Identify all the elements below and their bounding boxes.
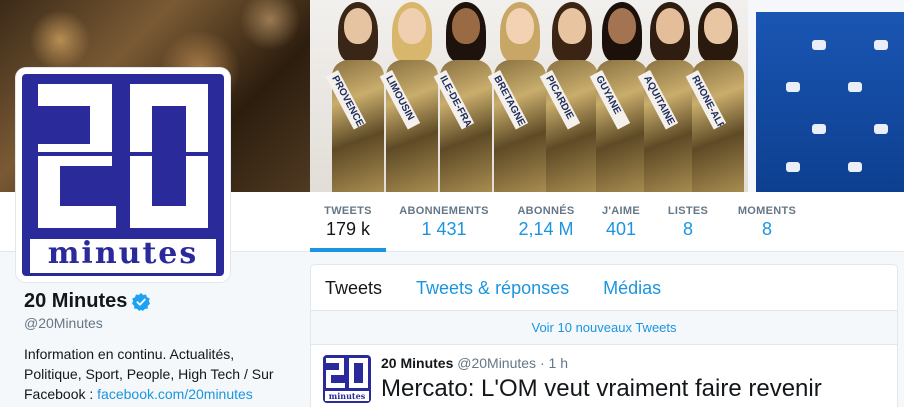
stat-label: LISTES [667, 205, 709, 217]
stat-value: 401 [605, 219, 637, 239]
logo-20-icon [326, 358, 368, 388]
tweet-text: Mercato: L'OM veut vraiment faire reveni… [381, 375, 822, 402]
tab-tweets-replies[interactable]: Tweets & réponses [396, 265, 583, 310]
timeline-tabs: Tweets Tweets & réponses Médias [311, 265, 897, 311]
stat-label: ABONNEMENTS [399, 205, 489, 217]
stat-value: 2,14 M [518, 219, 574, 239]
stat-followers[interactable]: ABONNÉS 2,14 M [510, 192, 582, 252]
stat-value: 1 431 [421, 219, 467, 239]
stat-following[interactable]: ABONNEMENTS 1 431 [396, 192, 492, 252]
stat-likes[interactable]: J'AIME 401 [596, 192, 646, 252]
tab-media[interactable]: Médias [583, 265, 675, 310]
avatar-logo: minutes [22, 74, 224, 276]
tweet-author-handle[interactable]: @20Minutes [457, 355, 536, 371]
tweet[interactable]: minutes 20 Minutes @20Minutes · 1 h Merc… [311, 345, 897, 407]
stat-value: 8 [761, 219, 772, 239]
tweet-separator: · [539, 355, 545, 371]
profile-card: 20 Minutes @20Minutes Information en con… [24, 290, 294, 404]
new-tweets-banner[interactable]: Voir 10 nouveaux Tweets [311, 311, 897, 345]
stat-lists[interactable]: LISTES 8 [662, 192, 714, 252]
tab-tweets[interactable]: Tweets [311, 265, 396, 310]
profile-name[interactable]: 20 Minutes [24, 290, 127, 313]
logo-20-icon [34, 84, 212, 228]
stat-label: TWEETS [324, 205, 372, 217]
profile-avatar[interactable]: minutes [16, 68, 230, 282]
stat-moments[interactable]: MOMENTS 8 [734, 192, 800, 252]
profile-name-row: 20 Minutes [24, 290, 294, 313]
pageant-figure: PROVENCE [325, 0, 386, 192]
pageant-figure: ILE-DE-FRANCE [433, 0, 494, 192]
profile-bio: Information en continu. Actualités, Poli… [24, 344, 294, 404]
stat-label: J'AIME [601, 205, 641, 217]
verified-badge-icon [132, 292, 151, 311]
stat-value: 8 [682, 219, 693, 239]
bio-link[interactable]: facebook.com/20minutes [97, 386, 253, 402]
banner-photo-pageant: PROVENCE LIMOUSIN ILE-DE-FRANCE BRETAGNE… [310, 0, 748, 192]
stat-label: MOMENTS [737, 205, 797, 217]
stat-label: ABONNÉS [517, 205, 575, 217]
stat-value: 179 k [325, 219, 371, 239]
tweet-author-name[interactable]: 20 Minutes [381, 355, 453, 371]
pageant-figure: BRETAGNE [487, 0, 548, 192]
tweet-header: 20 Minutes @20Minutes · 1 h [381, 355, 885, 371]
tweet-avatar[interactable]: minutes [323, 355, 371, 403]
timeline: Tweets Tweets & réponses Médias Voir 10 … [310, 264, 898, 407]
pageant-figure: LIMOUSIN [379, 0, 440, 192]
stat-tweets[interactable]: TWEETS 179 k [310, 192, 386, 252]
profile-handle[interactable]: @20Minutes [24, 315, 294, 331]
tweet-timestamp[interactable]: 1 h [549, 355, 568, 371]
pageant-figure: RHONE-ALPES [685, 0, 746, 192]
banner-photo-press [748, 0, 904, 192]
tweet-avatar-wordmark: minutes [325, 391, 369, 401]
avatar-wordmark: minutes [30, 239, 216, 273]
